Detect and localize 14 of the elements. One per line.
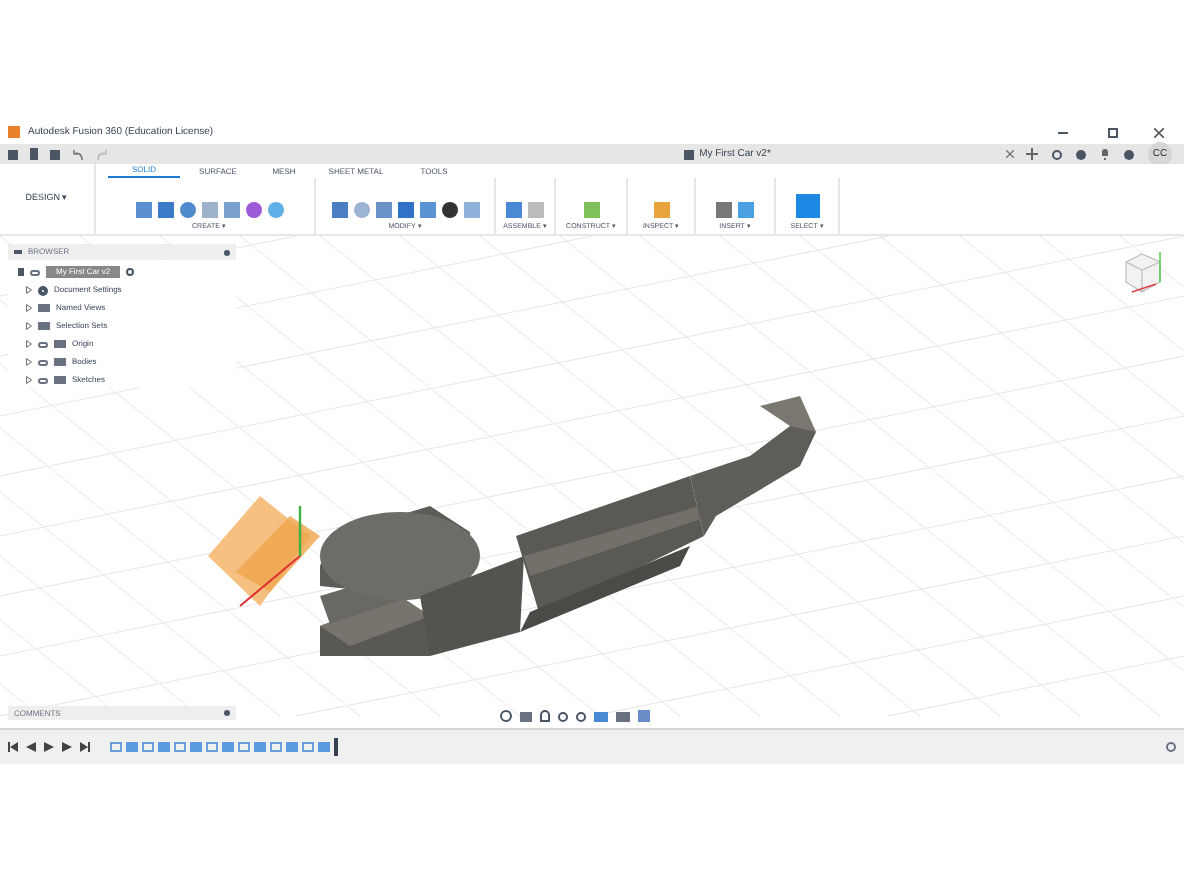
- timeline-marker-icon[interactable]: [334, 738, 338, 756]
- close-tab-icon[interactable]: [1006, 150, 1014, 158]
- undo-icon[interactable]: [72, 149, 84, 159]
- next-icon[interactable]: [62, 742, 72, 752]
- minimize-icon[interactable]: [1058, 131, 1068, 133]
- plus-icon[interactable]: [1026, 148, 1038, 160]
- app-logo-icon: [8, 126, 20, 138]
- first-frame-icon[interactable]: [8, 742, 18, 752]
- play-icon[interactable]: [44, 742, 54, 752]
- last-frame-icon[interactable]: [80, 742, 90, 752]
- previous-icon[interactable]: [26, 742, 36, 752]
- target-icon[interactable]: [126, 268, 135, 276]
- close-icon[interactable]: [1154, 127, 1164, 137]
- restore-icon[interactable]: [1108, 127, 1118, 137]
